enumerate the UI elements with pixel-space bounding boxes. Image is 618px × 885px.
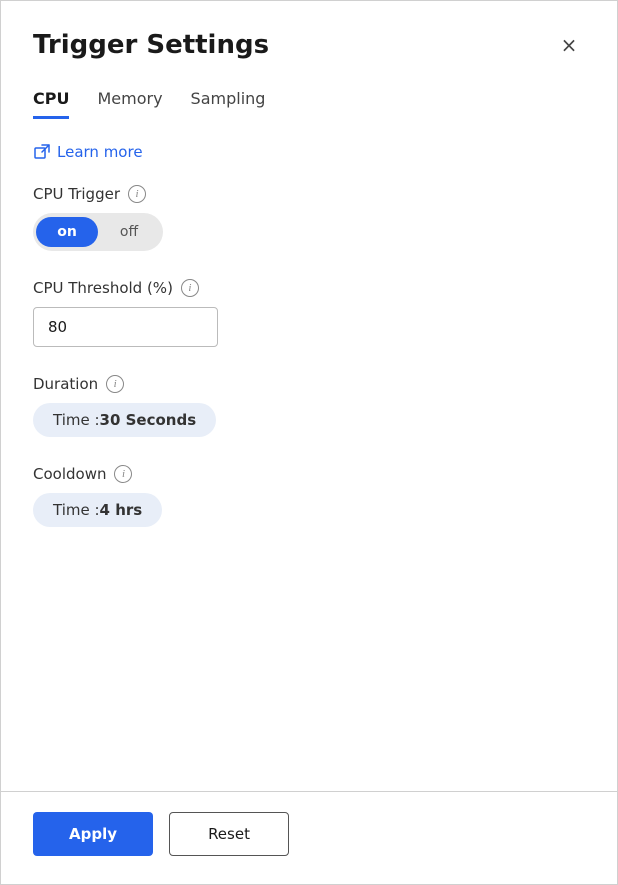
dialog-title: Trigger Settings bbox=[33, 30, 269, 60]
trigger-settings-dialog: Trigger Settings × CPU Memory Sampling L… bbox=[0, 0, 618, 885]
duration-time-value: 30 Seconds bbox=[100, 411, 197, 429]
cpu-threshold-input[interactable] bbox=[33, 307, 218, 347]
cpu-threshold-label-row: CPU Threshold (%) i bbox=[33, 279, 585, 297]
duration-label-row: Duration i bbox=[33, 375, 585, 393]
tab-bar: CPU Memory Sampling bbox=[1, 61, 617, 119]
cpu-threshold-section: CPU Threshold (%) i bbox=[33, 279, 585, 347]
tab-memory[interactable]: Memory bbox=[97, 81, 162, 119]
reset-button[interactable]: Reset bbox=[169, 812, 289, 856]
footer-divider bbox=[1, 791, 617, 792]
external-link-icon bbox=[33, 143, 51, 161]
cpu-trigger-info-icon[interactable]: i bbox=[128, 185, 146, 203]
cooldown-info-icon[interactable]: i bbox=[114, 465, 132, 483]
duration-time-prefix: Time : bbox=[53, 411, 100, 429]
toggle-on-option[interactable]: on bbox=[36, 217, 98, 247]
dialog-header: Trigger Settings × bbox=[1, 1, 617, 61]
cooldown-time-prefix: Time : bbox=[53, 501, 100, 519]
cpu-trigger-toggle[interactable]: on off bbox=[33, 213, 163, 251]
toggle-off-option[interactable]: off bbox=[98, 217, 160, 247]
duration-label: Duration bbox=[33, 375, 98, 393]
cpu-trigger-section: CPU Trigger i on off bbox=[33, 185, 585, 251]
duration-time-badge[interactable]: Time : 30 Seconds bbox=[33, 403, 216, 437]
learn-more-link[interactable]: Learn more bbox=[33, 143, 585, 161]
cooldown-section: Cooldown i Time : 4 hrs bbox=[33, 465, 585, 527]
cooldown-label: Cooldown bbox=[33, 465, 106, 483]
cooldown-label-row: Cooldown i bbox=[33, 465, 585, 483]
tab-cpu[interactable]: CPU bbox=[33, 81, 69, 119]
close-icon: × bbox=[561, 33, 578, 57]
close-button[interactable]: × bbox=[553, 29, 585, 61]
cooldown-time-badge[interactable]: Time : 4 hrs bbox=[33, 493, 162, 527]
duration-info-icon[interactable]: i bbox=[106, 375, 124, 393]
cpu-threshold-label: CPU Threshold (%) bbox=[33, 279, 173, 297]
footer-button-group: Apply Reset bbox=[33, 812, 585, 856]
dialog-footer: Apply Reset bbox=[1, 812, 617, 884]
tab-content-cpu: Learn more CPU Trigger i on off CPU Thre… bbox=[1, 119, 617, 685]
cpu-threshold-info-icon[interactable]: i bbox=[181, 279, 199, 297]
learn-more-label: Learn more bbox=[57, 143, 143, 161]
duration-section: Duration i Time : 30 Seconds bbox=[33, 375, 585, 437]
cpu-trigger-label: CPU Trigger bbox=[33, 185, 120, 203]
cooldown-time-value: 4 hrs bbox=[100, 501, 143, 519]
tab-sampling[interactable]: Sampling bbox=[191, 81, 266, 119]
apply-button[interactable]: Apply bbox=[33, 812, 153, 856]
cpu-trigger-label-row: CPU Trigger i bbox=[33, 185, 585, 203]
